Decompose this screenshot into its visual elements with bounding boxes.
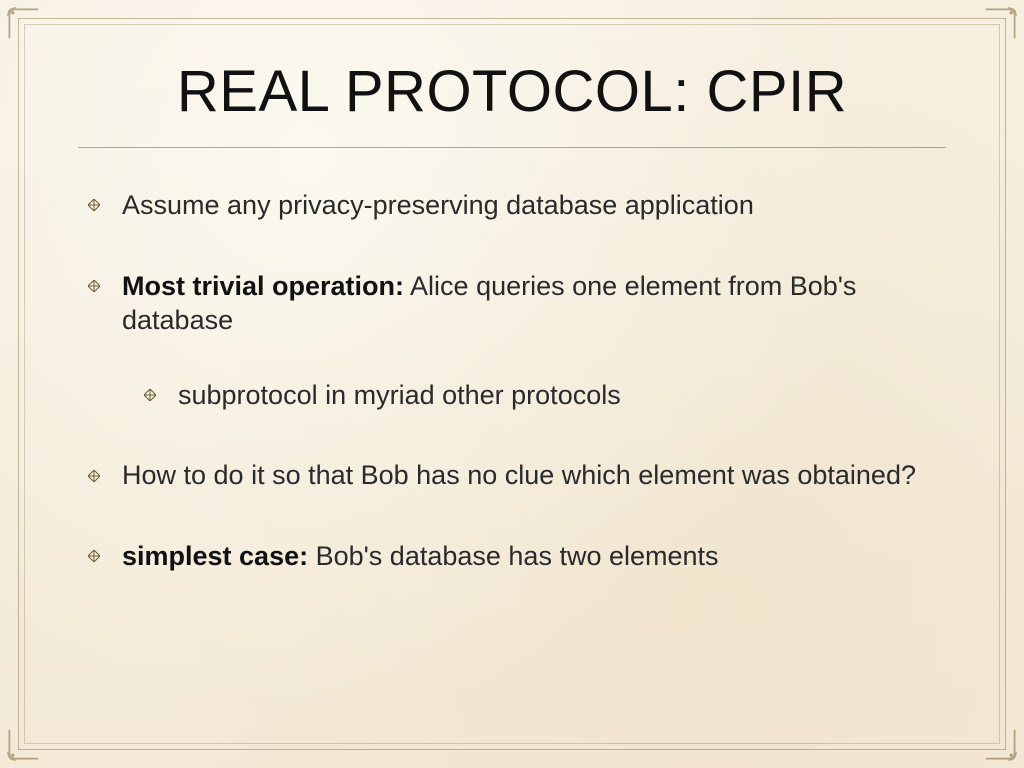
list-item: simplest case: Bob's database has two el… [88,539,936,574]
list-item-text: How to do it so that Bob has no clue whi… [122,460,916,490]
diamond-bullet-icon [88,550,100,562]
list-item-text: simplest case: Bob's database has two el… [122,541,719,571]
text-run: Bob's database has two elements [308,541,718,571]
sub-bullet-list: subprotocol in myriad other protocols [144,378,936,413]
bullet-list: Assume any privacy-preserving database a… [78,188,946,573]
bold-run: Most trivial operation: [122,271,404,301]
diamond-bullet-icon [88,470,100,482]
bold-run: simplest case: [122,541,308,571]
list-item: Most trivial operation: Alice queries on… [88,269,936,413]
diamond-bullet-icon [88,280,100,292]
list-item: How to do it so that Bob has no clue whi… [88,458,936,493]
list-item-text: Assume any privacy-preserving database a… [122,190,754,220]
list-item-text: Most trivial operation: Alice queries on… [122,271,856,336]
title-divider [78,147,946,148]
list-item: Assume any privacy-preserving database a… [88,188,936,223]
list-item-text: subprotocol in myriad other protocols [178,380,621,410]
slide-content: REAL PROTOCOL: CPIR Assume any privacy-p… [18,18,1006,750]
diamond-bullet-icon [88,199,100,211]
list-item: subprotocol in myriad other protocols [144,378,936,413]
diamond-bullet-icon [144,389,156,401]
slide-title: REAL PROTOCOL: CPIR [78,58,946,125]
